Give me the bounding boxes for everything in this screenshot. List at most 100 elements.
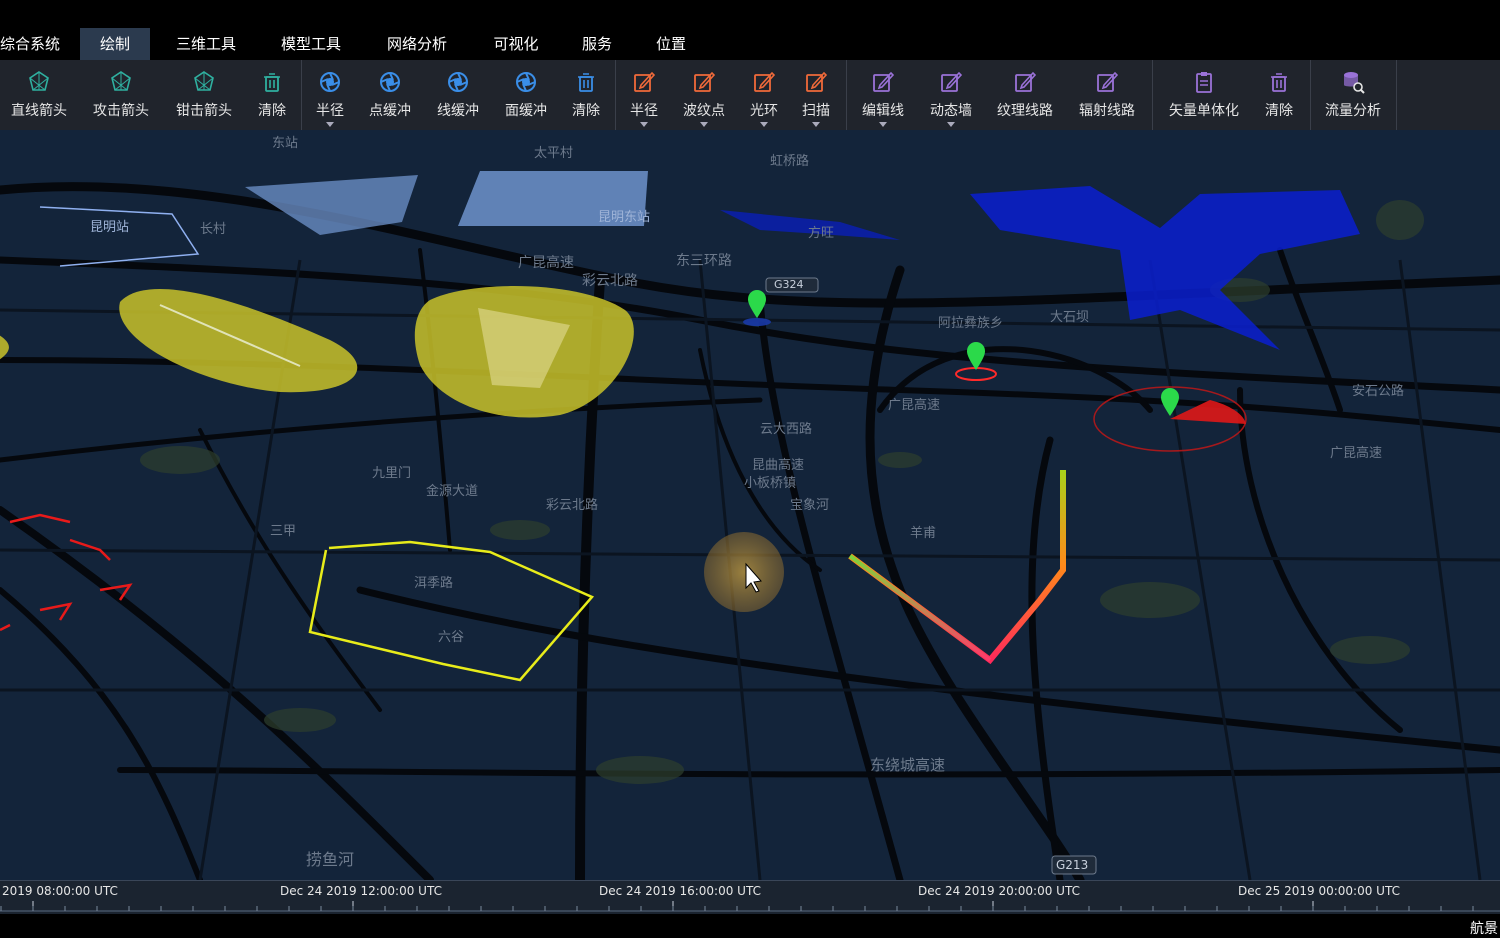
toolbar-divider bbox=[615, 60, 616, 130]
tool-line-buffer[interactable]: 线缓冲 bbox=[428, 60, 488, 130]
tool-label: 半径 bbox=[630, 103, 658, 119]
map-viewport[interactable]: 东站 太平村 虹桥路 昆明站 长村 昆明东站 方旺 广昆高速 东三环路 彩云北路… bbox=[0, 130, 1500, 880]
toolbar-divider bbox=[1152, 60, 1153, 130]
chevron-down-icon[interactable] bbox=[947, 122, 955, 127]
timeline-label: Dec 24 2019 16:00:00 UTC bbox=[599, 884, 761, 898]
menu-item-label: 网络分析 bbox=[386, 35, 447, 53]
tool-polygon-buffer[interactable]: 面缓冲 bbox=[496, 60, 556, 130]
map-label: 东绕城高速 bbox=[870, 756, 946, 774]
edit-icon bbox=[632, 70, 656, 94]
tool-label: 清除 bbox=[1265, 103, 1293, 119]
map-label: 虹桥路 bbox=[770, 154, 810, 169]
trash-icon bbox=[1267, 70, 1291, 94]
map-label: 洱季路 bbox=[414, 576, 454, 591]
timeline[interactable]: 2019 08:00:00 UTC Dec 24 2019 12:00:00 U… bbox=[0, 880, 1500, 915]
chevron-down-icon[interactable] bbox=[640, 122, 648, 127]
tool-point-buffer[interactable]: 点缓冲 bbox=[360, 60, 420, 130]
map-label: 小板桥镇 bbox=[744, 476, 797, 491]
edit-icon bbox=[752, 70, 776, 94]
tool-label: 半径 bbox=[316, 103, 344, 119]
tool-halo[interactable]: 光环 bbox=[742, 60, 786, 130]
area-buffer[interactable] bbox=[414, 286, 634, 418]
menu-item-network-analysis[interactable]: 网络分析 bbox=[376, 28, 458, 60]
tool-label: 面缓冲 bbox=[505, 103, 547, 119]
menu-item-visualization[interactable]: 可视化 bbox=[482, 28, 550, 60]
tool-attack-arrow[interactable]: 攻击箭头 bbox=[86, 60, 156, 130]
road-shield-label: G324 bbox=[774, 278, 804, 291]
aperture-icon bbox=[378, 70, 402, 94]
map-label: 昆明站 bbox=[90, 220, 130, 235]
map-canvas[interactable] bbox=[0, 130, 1500, 880]
chevron-down-icon[interactable] bbox=[326, 122, 334, 127]
tool-label: 动态墙 bbox=[930, 103, 972, 119]
menu-item-label: 模型工具 bbox=[280, 35, 341, 53]
arrow-draw-icon bbox=[27, 70, 51, 94]
tool-clear-buffers[interactable]: 清除 bbox=[564, 60, 608, 130]
tool-label: 线缓冲 bbox=[437, 103, 479, 119]
menu-item-services[interactable]: 服务 bbox=[572, 28, 622, 60]
scan-effect[interactable] bbox=[1093, 386, 1247, 452]
toolbar-divider bbox=[301, 60, 302, 130]
tool-ripple-point[interactable]: 波纹点 bbox=[674, 60, 734, 130]
map-label: 六谷 bbox=[438, 630, 465, 645]
edit-icon bbox=[804, 70, 828, 94]
tool-pincer-arrow[interactable]: 钳击箭头 bbox=[168, 60, 240, 130]
tool-clear-arrows[interactable]: 清除 bbox=[250, 60, 294, 130]
toolbar-divider bbox=[846, 60, 847, 130]
map-label: 羊甫 bbox=[910, 526, 937, 541]
tool-radius-buffer[interactable]: 半径 bbox=[308, 60, 352, 130]
map-label: 安石公路 bbox=[1352, 384, 1405, 399]
timeline-label: 2019 08:00:00 UTC bbox=[2, 884, 118, 898]
pincer-arrow-lines[interactable] bbox=[0, 513, 133, 632]
tool-scan[interactable]: 扫描 bbox=[794, 60, 838, 130]
menu-item-model-tools[interactable]: 模型工具 bbox=[270, 28, 352, 60]
menu-item-label: 三维工具 bbox=[175, 35, 236, 53]
map-label: 广昆高速 bbox=[518, 255, 574, 271]
arrow-draw-icon bbox=[192, 70, 216, 94]
tool-straight-arrow[interactable]: 直线箭头 bbox=[4, 60, 74, 130]
map-label: 捞鱼河 bbox=[306, 850, 355, 869]
tool-label: 钳击箭头 bbox=[176, 103, 232, 119]
tool-label: 攻击箭头 bbox=[93, 103, 149, 119]
texture-line[interactable] bbox=[848, 554, 992, 662]
tool-vector-individualize[interactable]: 矢量单体化 bbox=[1160, 60, 1248, 130]
timeline-label: Dec 25 2019 00:00:00 UTC bbox=[1238, 884, 1400, 898]
map-label: 广昆高速 bbox=[1330, 446, 1383, 461]
chevron-down-icon[interactable] bbox=[760, 122, 768, 127]
map-label: 金源大道 bbox=[426, 484, 479, 499]
line-buffer[interactable] bbox=[119, 289, 358, 393]
tool-texture-line[interactable]: 纹理线路 bbox=[990, 60, 1060, 130]
status-bar: 航景 bbox=[0, 914, 1500, 938]
toolbar-divider bbox=[1310, 60, 1311, 130]
chevron-down-icon[interactable] bbox=[879, 122, 887, 127]
map-label: 九里门 bbox=[372, 466, 412, 481]
map-label: 三甲 bbox=[270, 524, 297, 539]
menu-item-3d-tools[interactable]: 三维工具 bbox=[165, 28, 247, 60]
menu-item-draw[interactable]: 绘制 bbox=[80, 28, 150, 60]
edit-icon bbox=[939, 70, 963, 94]
tool-clear-effects[interactable]: 清除 bbox=[1256, 60, 1302, 130]
menu-item-location[interactable]: 位置 bbox=[646, 28, 696, 60]
edit-icon bbox=[871, 70, 895, 94]
menu-item-integrated-system[interactable]: 综合系统 bbox=[0, 28, 70, 60]
map-label: 宝象河 bbox=[790, 498, 830, 513]
chevron-down-icon[interactable] bbox=[812, 122, 820, 127]
tool-dynamic-wall[interactable]: 动态墙 bbox=[920, 60, 982, 130]
aperture-icon bbox=[446, 70, 470, 94]
tool-radiation-line[interactable]: 辐射线路 bbox=[1072, 60, 1142, 130]
tool-label: 点缓冲 bbox=[369, 103, 411, 119]
tool-edit-line[interactable]: 编辑线 bbox=[852, 60, 914, 130]
menu-item-label: 位置 bbox=[655, 35, 686, 53]
edit-icon bbox=[1095, 70, 1119, 94]
tool-radius-effect[interactable]: 半径 bbox=[622, 60, 666, 130]
map-label: 昆明东站 bbox=[598, 210, 651, 225]
chevron-down-icon[interactable] bbox=[700, 122, 708, 127]
menu-item-label: 综合系统 bbox=[0, 35, 61, 53]
toolbar-divider bbox=[1396, 60, 1397, 130]
tool-flow-analysis[interactable]: 流量分析 bbox=[1316, 60, 1390, 130]
map-label: 大石坝 bbox=[1050, 310, 1090, 325]
tool-label: 清除 bbox=[258, 103, 286, 119]
map-label: 方旺 bbox=[808, 226, 835, 241]
map-label: 云大西路 bbox=[760, 422, 813, 437]
map-label: 太平村 bbox=[534, 146, 574, 161]
